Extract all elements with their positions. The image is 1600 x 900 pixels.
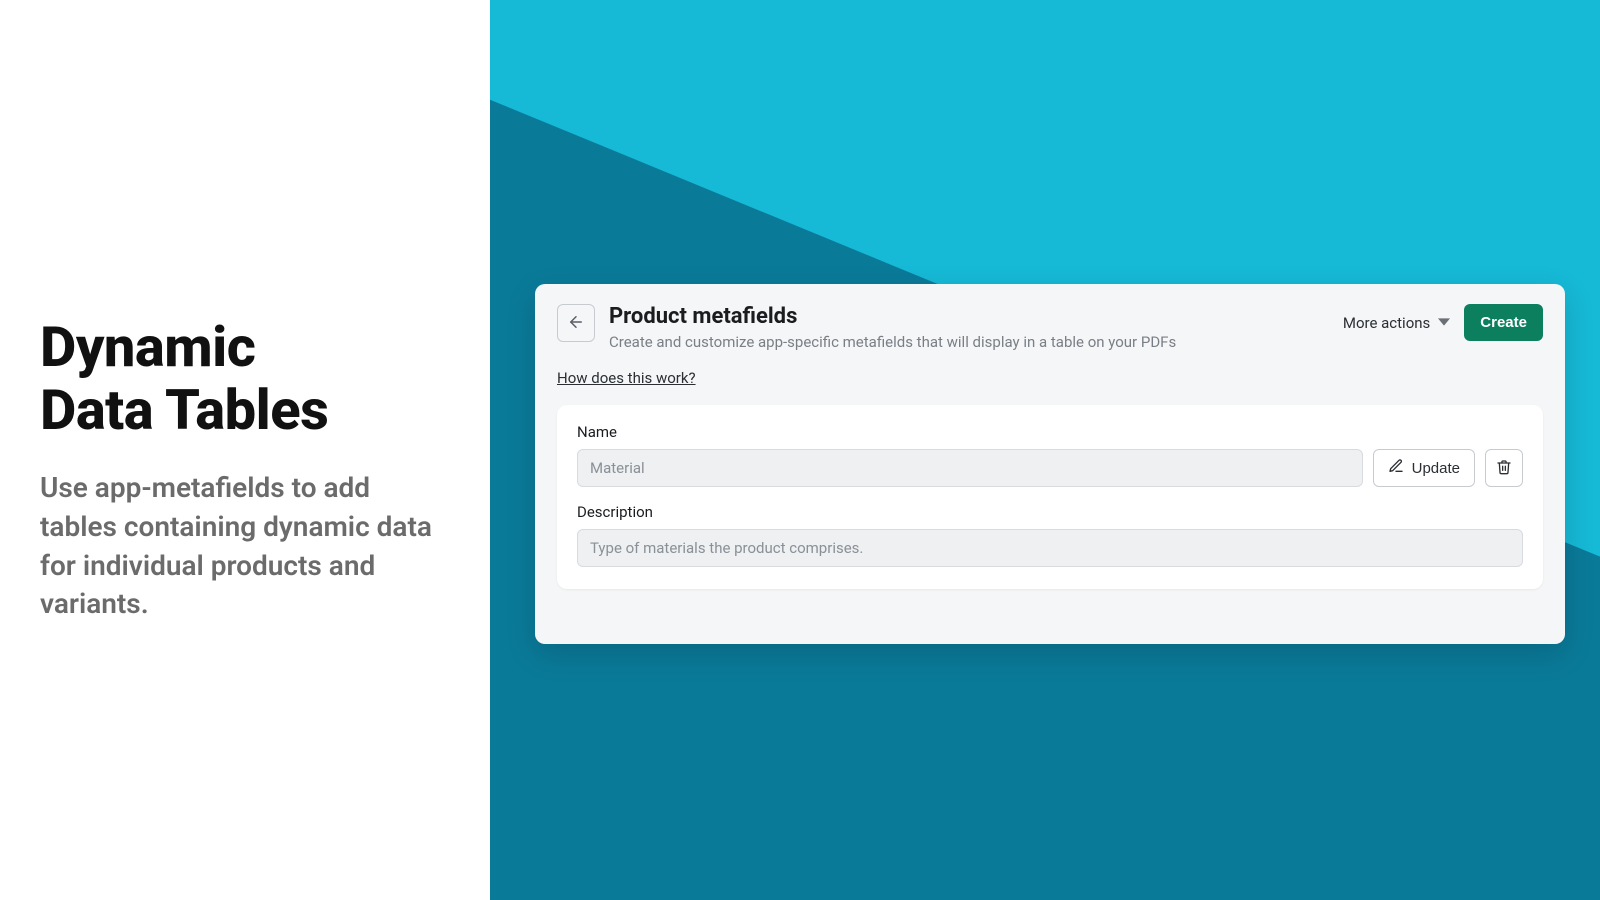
name-label: Name — [577, 423, 1523, 441]
description-input-placeholder: Type of materials the product comprises. — [590, 539, 863, 557]
trash-icon — [1496, 459, 1512, 478]
create-button[interactable]: Create — [1464, 304, 1543, 341]
more-actions-dropdown[interactable]: More actions — [1343, 314, 1450, 332]
delete-button[interactable] — [1485, 449, 1523, 487]
feature-title-line2: Data Tables — [40, 377, 328, 443]
arrow-left-icon — [567, 313, 585, 334]
stage: Dynamic Data Tables Use app-metafields t… — [0, 0, 1600, 900]
back-button[interactable] — [557, 304, 595, 342]
metafield-card: Name Material Update Descript — [557, 405, 1543, 589]
description-label: Description — [577, 503, 1523, 521]
spacer — [577, 487, 1523, 503]
name-input-placeholder: Material — [590, 459, 645, 477]
page-subtitle: Create and customize app-specific metafi… — [609, 333, 1343, 351]
app-header: Product metafields Create and customize … — [557, 304, 1543, 351]
name-row: Material Update — [577, 449, 1523, 487]
caret-down-icon — [1438, 314, 1450, 332]
feature-subtext: Use app-metafields to add tables contain… — [40, 469, 450, 624]
header-actions: More actions Create — [1343, 304, 1543, 341]
description-input[interactable]: Type of materials the product comprises. — [577, 529, 1523, 567]
update-button-label: Update — [1412, 460, 1460, 477]
feature-title: Dynamic Data Tables — [40, 316, 450, 441]
how-does-this-work-link[interactable]: How does this work? — [557, 369, 696, 387]
title-wrap: Product metafields Create and customize … — [609, 304, 1343, 351]
more-actions-label: More actions — [1343, 314, 1430, 332]
pencil-icon — [1388, 458, 1404, 478]
app-window: Product metafields Create and customize … — [535, 284, 1565, 644]
name-input[interactable]: Material — [577, 449, 1363, 487]
left-panel: Dynamic Data Tables Use app-metafields t… — [0, 0, 490, 900]
update-button[interactable]: Update — [1373, 449, 1475, 487]
description-row: Type of materials the product comprises. — [577, 529, 1523, 567]
feature-title-line1: Dynamic — [40, 314, 255, 380]
page-title: Product metafields — [609, 304, 1343, 329]
